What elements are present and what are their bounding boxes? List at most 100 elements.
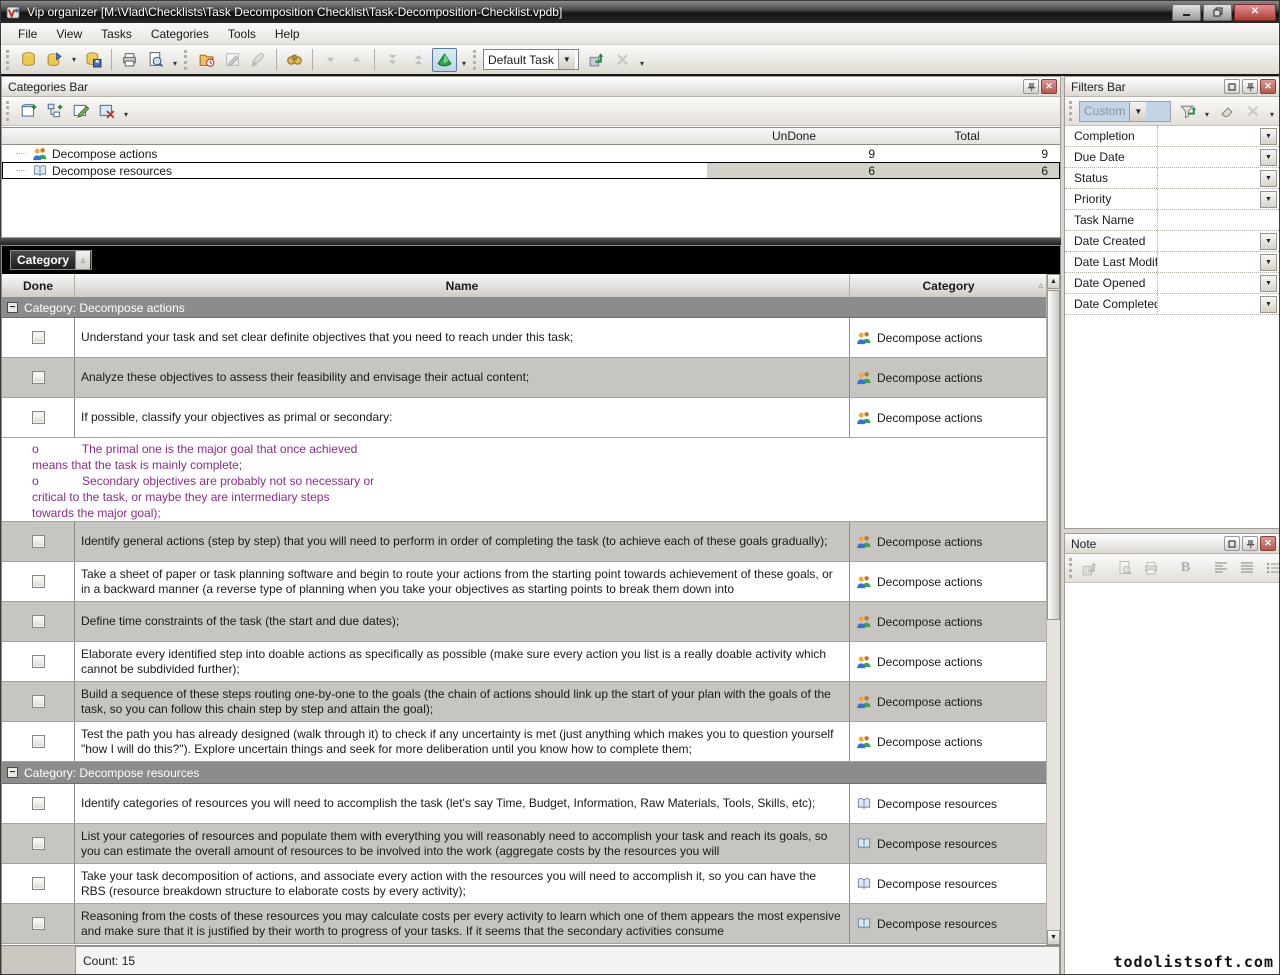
close-icon[interactable]: ✕ (1260, 79, 1276, 94)
category-name-column-header[interactable] (2, 128, 707, 144)
task-checkbox[interactable] (32, 735, 45, 748)
task-row[interactable]: Analyze these objectives to assess their… (2, 358, 1047, 398)
task-checkbox[interactable] (32, 917, 45, 930)
collapse-icon[interactable]: − (7, 767, 18, 778)
scroll-down-icon[interactable]: ▼ (1047, 930, 1060, 945)
filter-dropdown-icon[interactable]: ▾ (1201, 99, 1213, 123)
new-task-button[interactable] (194, 48, 219, 72)
delete-filter-button[interactable] (1240, 100, 1265, 123)
group-row[interactable]: − Category: Decompose resources (2, 762, 1047, 784)
move-top-button[interactable] (406, 48, 431, 72)
note-editor[interactable]: todolistsoft.com (1065, 584, 1279, 975)
pin-icon[interactable] (1023, 79, 1039, 94)
move-up-button[interactable] (344, 48, 369, 72)
task-checkbox[interactable] (32, 411, 45, 424)
new-subcategory-button[interactable] (42, 100, 67, 123)
group-by-category-chip[interactable]: Category ▵ (10, 250, 92, 270)
menu-file[interactable]: File (9, 24, 47, 44)
print-overflow-dropdown-icon[interactable]: ▾ (169, 48, 181, 72)
task-checkbox[interactable] (32, 331, 45, 344)
task-checkbox[interactable] (32, 615, 45, 628)
horizontal-splitter[interactable] (1, 238, 1061, 245)
toolbar-grip[interactable] (6, 50, 11, 70)
filter-value-field[interactable] (1158, 252, 1260, 272)
task-row[interactable]: List your categories of resources and po… (2, 824, 1047, 864)
scrollbar-thumb[interactable] (1047, 290, 1060, 620)
task-template-combobox[interactable]: Default Task ▼ (483, 49, 579, 70)
menu-categories[interactable]: Categories (142, 24, 219, 44)
delete-task-button[interactable] (246, 48, 271, 72)
close-button[interactable]: ✕ (1234, 4, 1276, 21)
filter-value-field[interactable] (1158, 168, 1260, 188)
toolbar-grip[interactable] (1069, 101, 1074, 121)
task-checkbox[interactable] (32, 695, 45, 708)
filter-value-field[interactable] (1158, 147, 1260, 167)
move-down-button[interactable] (318, 48, 343, 72)
save-database-button[interactable] (81, 48, 106, 72)
categories-toolbar-overflow-icon[interactable]: ▾ (120, 99, 132, 123)
filter-value-field[interactable] (1158, 189, 1260, 209)
task-row[interactable]: Build a sequence of these steps routing … (2, 682, 1047, 722)
edit-task-button[interactable] (220, 48, 245, 72)
task-row[interactable]: Test the path you has already designed (… (2, 722, 1047, 762)
toolbar-grip[interactable] (473, 50, 478, 70)
pin-icon[interactable] (1242, 79, 1258, 94)
clear-filter-button[interactable] (1214, 100, 1239, 123)
chevron-down-icon[interactable]: ▼ (1260, 275, 1277, 292)
total-column-header[interactable]: Total (880, 128, 1053, 144)
maximize-icon[interactable] (1224, 536, 1240, 551)
move-bottom-button[interactable] (380, 48, 405, 72)
open-database-dropdown-icon[interactable]: ▾ (68, 48, 80, 72)
filter-value-field[interactable] (1158, 294, 1260, 314)
toolbar-grip[interactable] (1069, 558, 1072, 578)
filter-value-field[interactable] (1158, 126, 1260, 146)
edit-category-button[interactable] (68, 100, 93, 123)
align-justify-icon[interactable] (1234, 557, 1259, 580)
category-row-decompose-actions[interactable]: Decompose actions 9 9 (2, 145, 1060, 162)
task-checkbox[interactable] (32, 797, 45, 810)
align-left-icon[interactable] (1208, 557, 1233, 580)
maximize-icon[interactable] (1224, 79, 1240, 94)
pin-icon[interactable] (1242, 536, 1258, 551)
minimize-button[interactable] (1172, 4, 1201, 21)
task-row[interactable]: Identify categories of resources you wil… (2, 784, 1047, 824)
task-checkbox[interactable] (32, 575, 45, 588)
print-preview-button[interactable] (143, 48, 168, 72)
collapse-icon[interactable]: − (7, 302, 18, 313)
task-checkbox[interactable] (32, 877, 45, 890)
group-row[interactable]: − Category: Decompose actions (2, 298, 1047, 318)
chevron-down-icon[interactable]: ▼ (558, 50, 575, 69)
toolbar-overflow-dropdown-icon[interactable]: ▾ (636, 48, 648, 72)
vertical-scrollbar[interactable]: ▲ ▼ (1046, 274, 1060, 945)
task-row[interactable]: Understand your task and set clear defin… (2, 318, 1047, 358)
task-template-toggle-button[interactable] (432, 48, 457, 72)
name-column-header[interactable]: Name (75, 274, 850, 297)
new-database-button[interactable] (16, 48, 41, 72)
new-category-button[interactable] (16, 100, 41, 123)
filter-value-field[interactable] (1158, 273, 1260, 293)
task-row[interactable]: Take your task decomposition of actions,… (2, 864, 1047, 904)
chevron-down-icon[interactable]: ▼ (1260, 254, 1277, 271)
category-column-header[interactable]: Category▵ (850, 274, 1047, 297)
close-icon[interactable]: ✕ (1260, 536, 1276, 551)
task-row[interactable]: Define time constraints of the task (the… (2, 602, 1047, 642)
delete-template-button[interactable] (610, 48, 635, 72)
toolbar-grip[interactable] (6, 101, 11, 121)
task-checkbox[interactable] (32, 371, 45, 384)
template-dropdown-icon[interactable]: ▾ (458, 48, 470, 72)
delete-category-button[interactable] (94, 100, 119, 123)
print-button[interactable] (117, 48, 142, 72)
task-checkbox[interactable] (32, 655, 45, 668)
menu-help[interactable]: Help (266, 24, 310, 44)
close-icon[interactable]: ✕ (1041, 79, 1057, 94)
note-preview-button[interactable] (1112, 557, 1137, 580)
apply-filter-button[interactable] (1175, 100, 1200, 123)
apply-template-button[interactable] (584, 48, 609, 72)
task-checkbox[interactable] (32, 535, 45, 548)
task-row[interactable]: If possible, classify your objectives as… (2, 398, 1047, 438)
bold-button[interactable]: B (1173, 557, 1198, 580)
category-row-decompose-resources[interactable]: Decompose resources 6 6 (2, 162, 1060, 179)
chevron-down-icon[interactable]: ▼ (1260, 170, 1277, 187)
chevron-down-icon[interactable]: ▼ (1129, 102, 1146, 121)
chevron-down-icon[interactable]: ▼ (1260, 128, 1277, 145)
